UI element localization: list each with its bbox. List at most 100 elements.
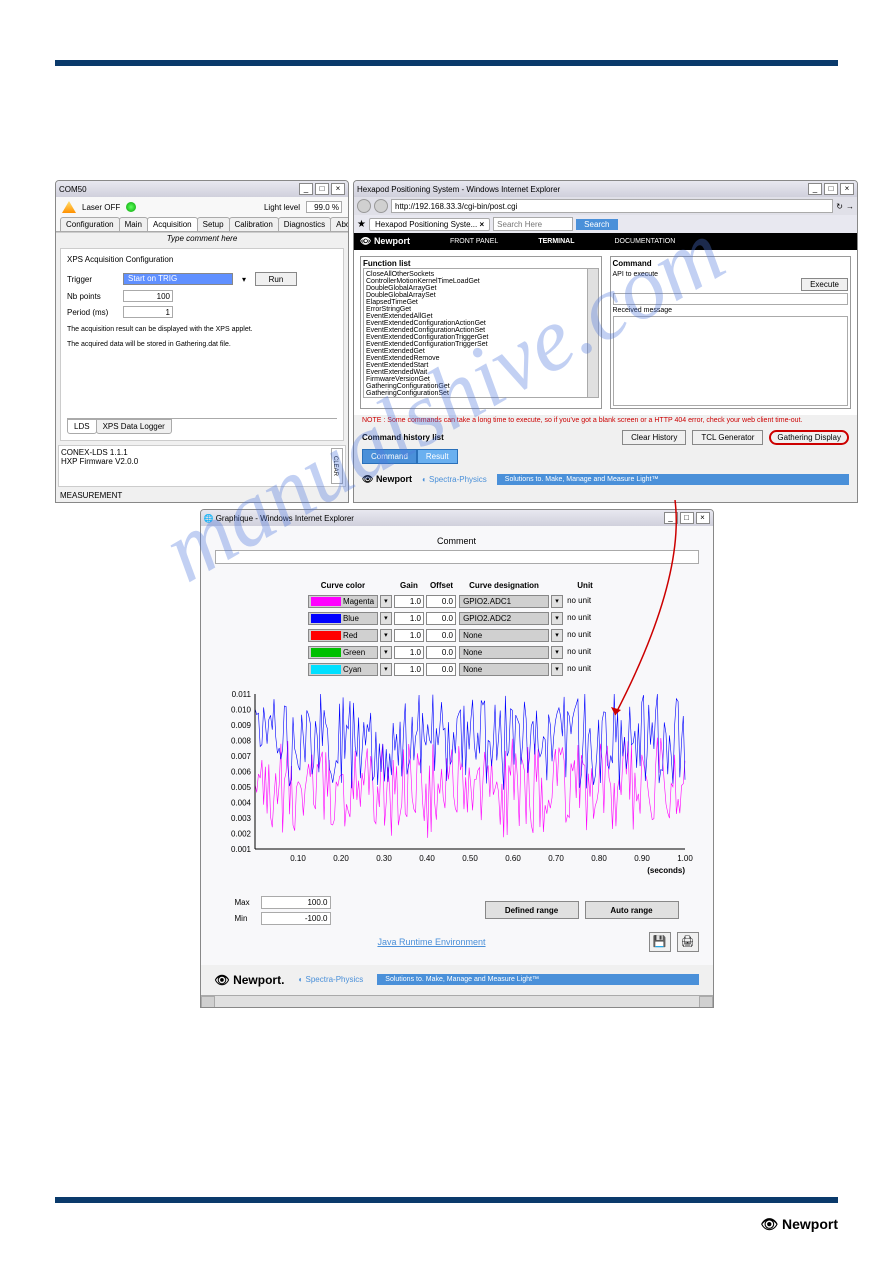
designation-select[interactable]: None [459,663,549,676]
color-cell[interactable]: Magenta [308,595,378,608]
maximize-button[interactable]: □ [315,183,329,195]
function-item[interactable]: EventExtendedConfigurationTriggerSet [366,341,596,348]
clear-button[interactable]: CLEAR [331,448,343,484]
browser-tab[interactable]: Hexapod Positioning Syste... × [369,218,490,231]
command-tab[interactable]: Command [362,449,417,464]
nav-front-panel[interactable]: FRONT PANEL [450,238,498,245]
gain-input[interactable]: 1.0 [394,663,424,676]
function-item[interactable]: ErrorStringGet [366,306,596,313]
search-button[interactable]: Search [576,219,617,230]
search-input[interactable] [493,217,573,231]
tab-setup[interactable]: Setup [197,217,230,231]
tab-xps-data-logger[interactable]: XPS Data Logger [96,419,172,434]
scrollbar[interactable] [201,995,713,1007]
function-item[interactable]: EventExtendedAllGet [366,313,596,320]
minimize-button[interactable]: _ [808,183,822,195]
function-item[interactable]: EventExtendedWait [366,369,596,376]
offset-input[interactable]: 0.0 [426,663,456,676]
function-list[interactable]: CloseAllOtherSocketsControllerMotionKern… [363,268,599,398]
dropdown-icon[interactable]: ▾ [380,663,392,676]
designation-select[interactable]: None [459,629,549,642]
dropdown-icon[interactable]: ▾ [380,612,392,625]
url-bar[interactable]: http://192.168.33.3/cgi-bin/post.cgi [391,199,833,213]
nb-points-input[interactable] [123,290,173,302]
period-input[interactable] [123,306,173,318]
nav-terminal[interactable]: TERMINAL [538,238,574,245]
function-item[interactable]: GatheringCurrentNumberGet [366,397,596,398]
function-item[interactable]: ElapsedTimeGet [366,299,596,306]
dropdown-icon[interactable]: ▾ [551,663,563,676]
dropdown-icon[interactable]: ▾ [239,275,249,284]
tcl-generator-button[interactable]: TCL Generator [692,430,763,445]
tab-main[interactable]: Main [119,217,148,231]
designation-select[interactable]: GPIO2.ADC2 [459,612,549,625]
function-item[interactable]: GatheringConfigurationGet [366,383,596,390]
refresh-icon[interactable]: ↻ [836,202,843,211]
function-item[interactable]: EventExtendedConfigurationTriggerGet [366,334,596,341]
function-item[interactable]: DoubleGlobalArrayGet [366,285,596,292]
auto-range-button[interactable]: Auto range [585,901,679,919]
tab-configuration[interactable]: Configuration [60,217,120,231]
favorites-icon[interactable]: ★ [357,219,366,230]
designation-select[interactable]: GPIO2.ADC1 [459,595,549,608]
function-item[interactable]: EventExtendedGet [366,348,596,355]
function-item[interactable]: CloseAllOtherSockets [366,271,596,278]
dropdown-icon[interactable]: ▾ [551,646,563,659]
result-tab[interactable]: Result [417,449,458,464]
max-input[interactable] [261,896,331,909]
color-cell[interactable]: Red [308,629,378,642]
forward-icon[interactable] [374,199,388,213]
go-icon[interactable]: → [846,202,854,211]
gain-input[interactable]: 1.0 [394,612,424,625]
tab-diagnostics[interactable]: Diagnostics [278,217,331,231]
save-icon[interactable]: 💾 [649,932,671,952]
designation-select[interactable]: None [459,646,549,659]
offset-input[interactable]: 0.0 [426,629,456,642]
dropdown-icon[interactable]: ▾ [551,629,563,642]
dropdown-icon[interactable]: ▾ [380,646,392,659]
light-level-value[interactable] [306,201,342,213]
function-item[interactable]: EventExtendedStart [366,362,596,369]
min-input[interactable] [261,912,331,925]
gain-input[interactable]: 1.0 [394,629,424,642]
function-item[interactable]: GatheringConfigurationSet [366,390,596,397]
tab-calibration[interactable]: Calibration [229,217,279,231]
nav-documentation[interactable]: DOCUMENTATION [614,238,675,245]
function-item[interactable]: FirmwareVersionGet [366,376,596,383]
dropdown-icon[interactable]: ▾ [551,612,563,625]
clear-history-button[interactable]: Clear History [622,430,686,445]
run-button[interactable]: Run [255,272,297,286]
api-input[interactable] [613,293,849,305]
offset-input[interactable]: 0.0 [426,646,456,659]
function-item[interactable]: EventExtendedConfigurationActionSet [366,327,596,334]
tab-about[interactable]: About [330,217,349,231]
function-item[interactable]: EventExtendedConfigurationActionGet [366,320,596,327]
comment-placeholder[interactable]: Type comment here [56,232,348,244]
function-item[interactable]: EventExtendedRemove [366,355,596,362]
gathering-display-button[interactable]: Gathering Display [769,430,849,445]
gain-input[interactable]: 1.0 [394,595,424,608]
color-cell[interactable]: Cyan [308,663,378,676]
print-icon[interactable]: 🖨 [677,932,699,952]
trigger-select[interactable]: Start on TRIG [123,273,233,285]
offset-input[interactable]: 0.0 [426,612,456,625]
color-cell[interactable]: Green [308,646,378,659]
execute-button[interactable]: Execute [801,278,848,291]
close-button[interactable]: × [331,183,345,195]
defined-range-button[interactable]: Defined range [485,901,579,919]
maximize-button[interactable]: □ [824,183,838,195]
back-icon[interactable] [357,199,371,213]
tab-lds[interactable]: LDS [67,419,97,434]
gain-input[interactable]: 1.0 [394,646,424,659]
dropdown-icon[interactable]: ▾ [380,629,392,642]
dropdown-icon[interactable]: ▾ [551,595,563,608]
color-cell[interactable]: Blue [308,612,378,625]
close-button[interactable]: × [840,183,854,195]
tab-acquisition[interactable]: Acquisition [147,217,198,231]
java-link[interactable]: Java Runtime Environment [215,937,649,947]
dropdown-icon[interactable]: ▾ [380,595,392,608]
function-item[interactable]: DoubleGlobalArraySet [366,292,596,299]
function-item[interactable]: ControllerMotionKernelTimeLoadGet [366,278,596,285]
offset-input[interactable]: 0.0 [426,595,456,608]
minimize-button[interactable]: _ [299,183,313,195]
